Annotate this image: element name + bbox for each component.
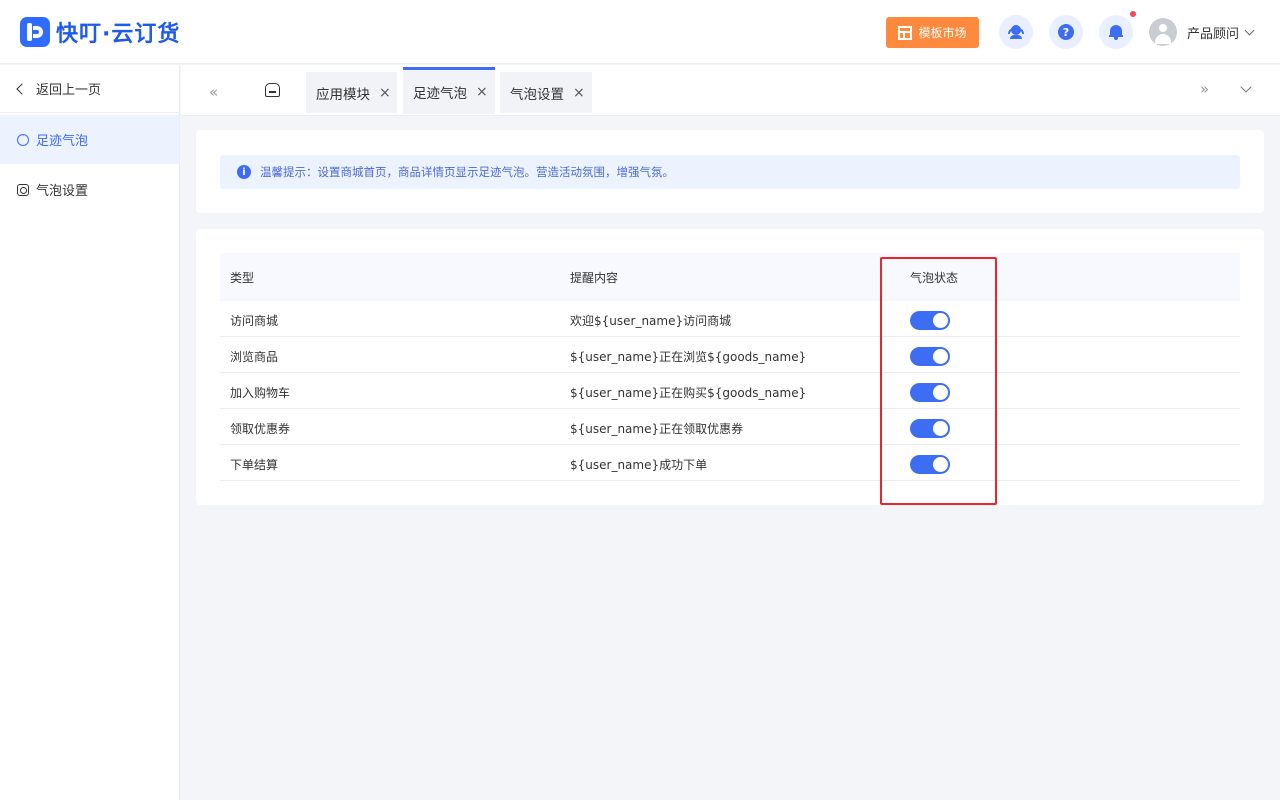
template-icon (898, 25, 913, 40)
column-header-content: 提醒内容 (570, 271, 619, 285)
table-row: 加入购物车 ${user_name}正在购买${goods_name} (220, 373, 1240, 409)
notice-card: i 温馨提示：设置商城首页，商品详情页显示足迹气泡。营造活动氛围，增强气氛。 (196, 130, 1264, 213)
table-row: 浏览商品 ${user_name}正在浏览${goods_name} (220, 337, 1240, 373)
close-icon[interactable]: × (476, 85, 488, 99)
table-row: 领取优惠券 ${user_name}正在领取优惠券 (220, 409, 1240, 445)
user-name: 产品顾问 (1187, 26, 1240, 42)
row-content: ${user_name}正在购买${goods_name} (570, 386, 807, 400)
customer-service-button[interactable] (999, 15, 1033, 49)
close-icon[interactable]: × (379, 86, 391, 100)
tab-app-modules[interactable]: 应用模块 × (306, 72, 397, 113)
customer-service-icon (1008, 25, 1024, 39)
sidebar: 返回上一页 足迹气泡 气泡设置 (0, 65, 180, 800)
row-type: 下单结算 (230, 458, 279, 472)
camera-icon (17, 183, 29, 196)
tabs-scroll-left-icon[interactable]: « (209, 83, 218, 101)
row-content: 欢迎${user_name}访问商城 (570, 314, 732, 328)
top-header: 快叮·云订货 模板市场 ? 产品顾问 (0, 0, 1280, 64)
table-header: 类型 提醒内容 气泡状态 (220, 253, 1240, 301)
row-type: 加入购物车 (230, 386, 291, 400)
notification-dot (1130, 11, 1136, 17)
template-market-label: 模板市场 (918, 26, 967, 40)
notification-button[interactable] (1099, 15, 1133, 49)
row-content: ${user_name}正在领取优惠券 (570, 422, 744, 436)
table-row: 下单结算 ${user_name}成功下单 (220, 445, 1240, 481)
chevron-left-icon (16, 82, 28, 95)
row-type: 访问商城 (230, 314, 279, 328)
logo-mark-icon (20, 17, 50, 47)
tab-label: 足迹气泡 (413, 86, 467, 102)
avatar-icon (1149, 18, 1177, 46)
chevron-down-icon (1244, 25, 1255, 35)
bell-icon (1109, 24, 1123, 40)
tip-banner: i 温馨提示：设置商城首页，商品详情页显示足迹气泡。营造活动氛围，增强气氛。 (220, 155, 1240, 189)
bubble-table-card: 类型 提醒内容 气泡状态 访问商城 欢迎${user_name}访问商城 浏览商… (196, 229, 1264, 505)
table-row: 访问商城 欢迎${user_name}访问商城 (220, 301, 1240, 337)
chat-bubble-icon (17, 131, 29, 146)
help-icon: ? (1058, 24, 1074, 40)
help-button[interactable]: ? (1049, 15, 1083, 49)
tip-text: 温馨提示：设置商城首页，商品详情页显示足迹气泡。营造活动氛围，增强气氛。 (260, 165, 674, 179)
home-icon[interactable] (264, 81, 281, 98)
user-menu[interactable]: 产品顾问 (1149, 18, 1255, 46)
info-icon: i (237, 165, 251, 179)
back-link[interactable]: 返回上一页 (0, 65, 179, 113)
row-content: ${user_name}正在浏览${goods_name} (570, 350, 807, 364)
tab-bubble-settings[interactable]: 气泡设置 × (500, 72, 592, 113)
tab-label: 应用模块 (316, 86, 370, 103)
sidebar-item-label: 气泡设置 (36, 184, 89, 199)
row-type: 领取优惠券 (230, 422, 291, 436)
tab-label: 气泡设置 (510, 86, 564, 103)
template-market-button[interactable]: 模板市场 (886, 17, 979, 48)
close-icon[interactable]: × (573, 86, 585, 100)
status-column-highlight-box (880, 257, 997, 505)
back-label: 返回上一页 (36, 83, 102, 98)
tabs-bar: « 应用模块 × 足迹气泡 × 气泡设置 × » (181, 65, 1280, 116)
row-type: 浏览商品 (230, 350, 279, 364)
column-header-type: 类型 (230, 271, 255, 285)
logo-text: 快叮·云订货 (56, 22, 181, 47)
sidebar-item-label: 足迹气泡 (36, 134, 89, 149)
row-content: ${user_name}成功下单 (570, 458, 708, 472)
tab-footprint-bubble[interactable]: 足迹气泡 × (403, 67, 495, 114)
app-logo[interactable]: 快叮·云订货 (20, 17, 180, 47)
sidebar-item-bubble-settings[interactable]: 气泡设置 (0, 165, 179, 214)
tabs-more-chevron-icon[interactable] (1240, 81, 1252, 93)
sidebar-item-footprint-bubble[interactable]: 足迹气泡 (0, 115, 179, 164)
tabs-scroll-right-icon[interactable]: » (1200, 80, 1209, 98)
